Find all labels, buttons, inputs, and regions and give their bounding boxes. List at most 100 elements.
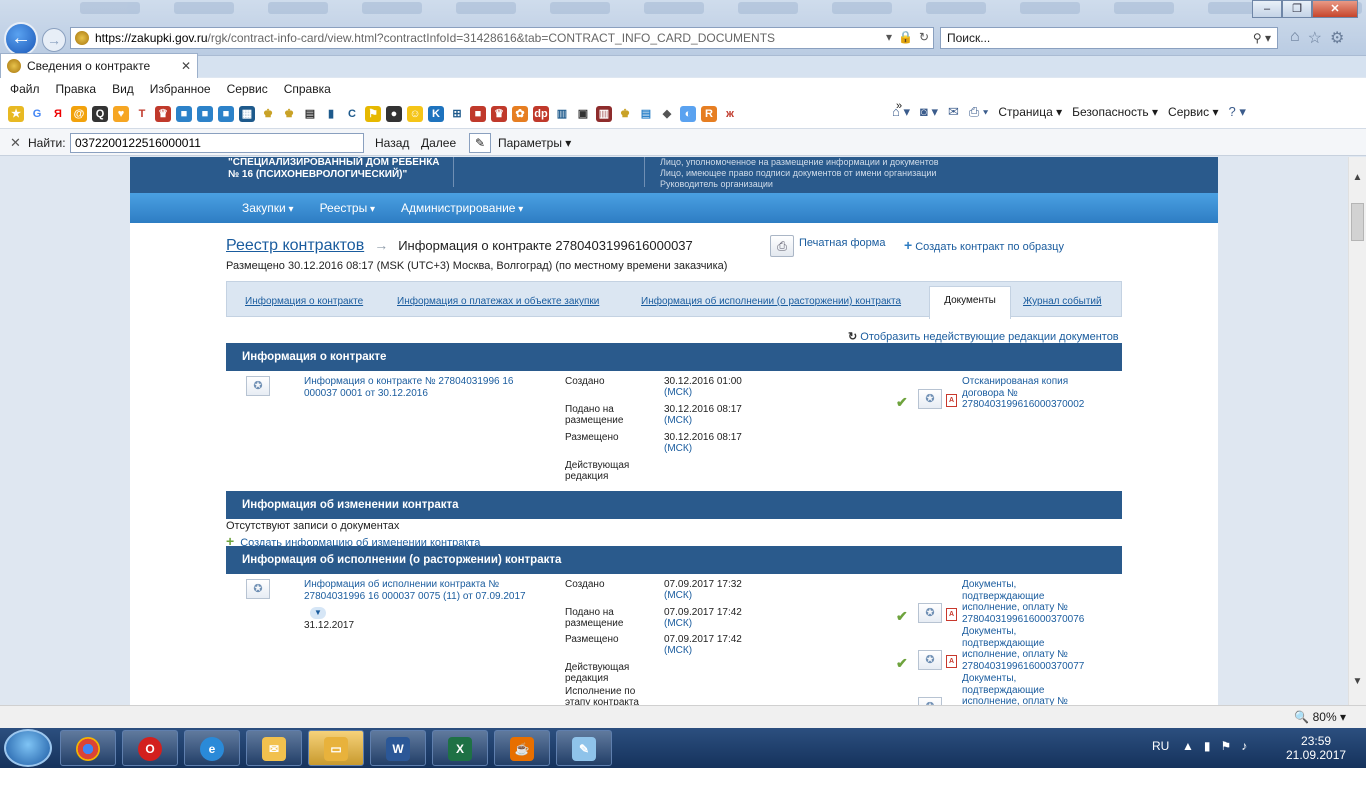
menu-view[interactable]: Вид [112,82,134,96]
certificate-icon[interactable]: ✪ [918,389,942,409]
home-cmd-icon[interactable]: ⌂ ▾ [892,104,910,120]
zoom-control[interactable]: 🔍 80% ▾ [1294,710,1346,724]
favorite-r-icon[interactable]: R [701,106,717,122]
certificate-icon[interactable]: ✪ [918,650,942,670]
certificate-icon[interactable]: ✪ [918,603,942,623]
favorite-doc2-icon[interactable]: ▤ [638,106,654,122]
security-menu[interactable]: Безопасность ▾ [1072,105,1158,119]
start-button[interactable] [4,729,52,767]
favorite-photo-icon[interactable]: ▣ [575,106,591,122]
browser-tab-active[interactable]: Сведения о контракте ✕ [0,53,198,78]
find-input[interactable] [70,133,364,153]
taskbar-java[interactable]: ☕ [494,730,550,766]
close-tab-icon[interactable]: ✕ [181,59,191,73]
refresh-icon[interactable]: ↻ [919,30,929,44]
favorite-t-icon[interactable]: T [134,106,150,122]
feeds-icon[interactable]: ◙ ▾ [920,104,938,120]
scroll-up-icon[interactable]: ▲ [1349,169,1366,187]
service-menu[interactable]: Сервис ▾ [1168,105,1218,119]
taskbar-paint[interactable]: ✎ [556,730,612,766]
favorite-dp-icon[interactable]: dp [533,106,549,122]
nav-purchases[interactable]: Закупки [242,201,294,215]
favorite-eagle2-icon[interactable]: ♚ [281,106,297,122]
forward-button[interactable]: → [42,28,66,52]
search-icon[interactable]: ⚲ ▾ [1253,28,1271,48]
favorite-grid-icon[interactable]: ⊞ [449,106,465,122]
execution-attachment-link[interactable]: Документы, подтверждающие исполнение, оп… [962,626,1092,672]
taskbar-excel[interactable]: X [432,730,488,766]
search-box[interactable]: Поиск... ⚲ ▾ [940,27,1278,49]
flag-icon[interactable]: ⚑ [1221,739,1232,753]
contract-doc-link[interactable]: Информация о контракте № 27804031996 16 … [304,376,524,399]
scan-copy-link[interactable]: Отсканированая копия договора № 27804031… [962,376,1092,411]
home-icon[interactable]: ⌂ [1290,28,1300,48]
taskbar-opera[interactable]: O [122,730,178,766]
tab-execution[interactable]: Информация об исполнении (о расторжении)… [641,296,901,307]
find-prev-button[interactable]: Назад [375,136,409,150]
favorite-map-icon[interactable]: ▦ [239,106,255,122]
certificate-icon[interactable]: ✪ [246,579,270,599]
favorites-star-icon[interactable]: ☆ [1308,28,1322,48]
pdf-icon[interactable]: A [946,655,957,668]
menu-tools[interactable]: Сервис [227,82,268,96]
favorite-diamond-icon[interactable]: ◆ [659,106,675,122]
favorite-bird-icon[interactable]: ♥ [113,106,129,122]
favorite-red2-icon[interactable]: ♛ [491,106,507,122]
back-button[interactable]: ← [4,22,38,56]
favorite-gos3-icon[interactable]: ■ [218,106,234,122]
lock-icon[interactable]: 🔒 [898,30,913,44]
page-menu[interactable]: Страница ▾ [998,105,1062,119]
favorite-globe-icon[interactable]: ◐ [680,106,696,122]
scroll-thumb[interactable] [1351,203,1364,241]
favorite-circle-icon[interactable]: ● [386,106,402,122]
tab-documents[interactable]: Документы [929,286,1011,319]
find-next-button[interactable]: Далее [421,136,456,150]
language-indicator[interactable]: RU [1152,739,1169,753]
favorite-eagle3-icon[interactable]: ♚ [617,106,633,122]
favorite-flag-icon[interactable]: ⚑ [365,106,381,122]
tab-payments[interactable]: Информация о платежах и объекте закупки [397,296,599,307]
signal-icon[interactable]: ▮ [1204,739,1211,753]
taskbar-explorer[interactable]: ▭ [308,730,364,766]
taskbar-chrome[interactable] [60,730,116,766]
pencil-icon[interactable]: ✎ [469,133,491,153]
favorite-bank-icon[interactable]: ▥ [554,106,570,122]
address-bar[interactable]: https://zakupki.gov.ru/rgk/contract-info… [70,27,934,49]
favorite-red-icon[interactable]: ■ [470,106,486,122]
taskbar-outlook[interactable]: ✉ [246,730,302,766]
volume-icon[interactable]: ♪ [1241,739,1247,753]
nav-registries[interactable]: Реестры [320,201,375,215]
certificate-icon[interactable]: ✪ [246,376,270,396]
vertical-scrollbar[interactable]: ▲ ▼ [1348,157,1366,705]
maximize-button[interactable]: ❐ [1282,0,1312,18]
show-inactive-link[interactable]: ↻ Отобразить недействующие редакции доку… [848,330,1119,343]
find-options-button[interactable]: Параметры ▾ [498,136,571,150]
dropdown-arrow-icon[interactable]: ▾ [886,30,892,44]
print-form-link[interactable]: Печатная форма [799,237,885,249]
favorite-doc-icon[interactable]: ▤ [302,106,318,122]
breadcrumb-root-link[interactable]: Реестр контрактов [226,237,364,255]
pdf-icon[interactable]: A [946,394,957,407]
favorite-k-icon[interactable]: K [428,106,444,122]
printer-icon[interactable]: ⎙ [770,235,794,257]
create-contract-link[interactable]: + Создать контракт по образцу [904,237,1064,253]
menu-file[interactable]: Файл [10,82,40,96]
favorite-yandex-icon[interactable]: Я [50,106,66,122]
favorite-chart-icon[interactable]: ▮ [323,106,339,122]
favorite-mail-icon[interactable]: @ [71,106,87,122]
tray-arrow-icon[interactable]: ▲ [1182,739,1194,753]
certificate-icon[interactable]: ✪ [918,697,942,705]
mail-icon[interactable]: ✉ [948,104,959,120]
pdf-icon[interactable]: A [946,608,957,621]
menu-edit[interactable]: Правка [56,82,97,96]
nav-admin[interactable]: Администрирование [401,201,523,215]
expand-chevron-icon[interactable]: ▼ [310,607,326,619]
tab-event-log[interactable]: Журнал событий [1023,296,1102,307]
favorite-star-icon[interactable]: ★ [8,106,24,122]
favorite-eagle-icon[interactable]: ♚ [260,106,276,122]
favorite-search-icon[interactable]: Q [92,106,108,122]
menu-help[interactable]: Справка [284,82,331,96]
execution-doc-link[interactable]: Информация об исполнении контракта № 278… [304,579,544,602]
settings-gear-icon[interactable]: ⚙ [1330,28,1344,48]
favorite-rzd-icon[interactable]: ж [722,106,738,122]
